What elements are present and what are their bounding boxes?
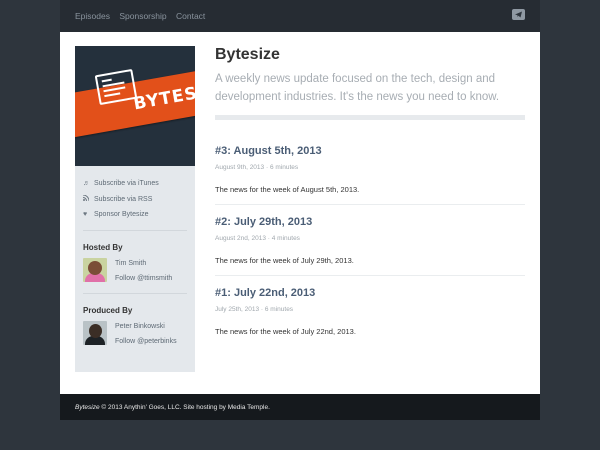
produced-by-heading: Produced By bbox=[83, 305, 133, 315]
hosted-by-heading: Hosted By bbox=[83, 242, 123, 252]
heart-icon: ♥ bbox=[83, 211, 88, 219]
sidebar: BYTESIZE ♬ Subscribe via iTunes Subscrib… bbox=[75, 46, 195, 372]
episode-duration: 6 minutes bbox=[264, 306, 294, 313]
link-label: Subscribe via iTunes bbox=[94, 180, 159, 188]
nav-contact-link[interactable]: Contact bbox=[176, 11, 205, 21]
producer-avatar[interactable] bbox=[83, 320, 107, 345]
footer-copyright: © 2013 Anythin' Goes, LLC. Site hosting … bbox=[99, 404, 270, 411]
nav-sponsorship-link[interactable]: Sponsorship bbox=[119, 11, 166, 21]
episode-description: The news for the week of July 22nd, 2013… bbox=[215, 327, 356, 336]
episode-meta: August 2nd, 2013 · 4 minutes bbox=[215, 235, 300, 242]
paper-plane-icon bbox=[515, 11, 522, 18]
episode-item: #1: July 22nd, 2013 July 25th, 2013 · 6 … bbox=[215, 286, 525, 346]
sponsor-link[interactable]: ♥ Sponsor Bytesize bbox=[83, 207, 195, 223]
producer-card: Peter Binkowski Follow @peterbinks bbox=[75, 315, 195, 349]
episode-item: #3: August 5th, 2013 August 9th, 2013 · … bbox=[215, 144, 525, 205]
episode-date: July 25th, 2013 bbox=[215, 306, 260, 313]
podcast-cover-art[interactable]: BYTESIZE bbox=[75, 46, 195, 166]
nav-episodes-link[interactable]: Episodes bbox=[75, 11, 110, 21]
episode-date: August 2nd, 2013 bbox=[215, 235, 266, 242]
episode-description: The news for the week of August 5th, 201… bbox=[215, 185, 360, 194]
content-page: BYTESIZE ♬ Subscribe via iTunes Subscrib… bbox=[60, 32, 540, 394]
episode-meta: July 25th, 2013 · 6 minutes bbox=[215, 306, 294, 313]
host-avatar[interactable] bbox=[83, 257, 107, 282]
producer-follow-link[interactable]: Follow @peterbinks bbox=[115, 334, 177, 349]
episode-date: August 9th, 2013 bbox=[215, 164, 265, 171]
music-note-icon: ♬ bbox=[83, 180, 90, 188]
episode-duration: 6 minutes bbox=[269, 164, 299, 171]
host-follow-link[interactable]: Follow @ttimsmith bbox=[115, 271, 172, 286]
top-navigation-bar: Episodes Sponsorship Contact bbox=[60, 0, 540, 32]
rss-icon bbox=[82, 194, 91, 203]
top-nav: Episodes Sponsorship Contact bbox=[75, 11, 212, 21]
episode-description: The news for the week of July 29th, 2013… bbox=[215, 256, 354, 265]
link-label: Sponsor Bytesize bbox=[94, 211, 149, 219]
episode-title-link[interactable]: #1: July 22nd, 2013 bbox=[215, 286, 525, 300]
subscribe-itunes-link[interactable]: ♬ Subscribe via iTunes bbox=[83, 176, 195, 192]
episode-title-link[interactable]: #3: August 5th, 2013 bbox=[215, 144, 525, 158]
site-footer: Bytesize © 2013 Anythin' Goes, LLC. Site… bbox=[60, 394, 540, 420]
episode-item: #2: July 29th, 2013 August 2nd, 2013 · 4… bbox=[215, 215, 525, 276]
host-name-link[interactable]: Tim Smith bbox=[115, 256, 172, 271]
episode-meta: August 9th, 2013 · 6 minutes bbox=[215, 164, 299, 171]
link-label: Subscribe via RSS bbox=[94, 195, 153, 203]
header-divider-bar bbox=[215, 115, 525, 120]
episode-duration: 4 minutes bbox=[271, 235, 300, 242]
footer-brand: Bytesize bbox=[75, 404, 100, 411]
subscribe-links: ♬ Subscribe via iTunes Subscribe via RSS… bbox=[75, 166, 195, 223]
share-button[interactable] bbox=[512, 9, 525, 20]
footer-text: Bytesize © 2013 Anythin' Goes, LLC. Site… bbox=[75, 404, 270, 411]
main-content: Bytesize A weekly news update focused on… bbox=[215, 46, 525, 346]
subscribe-rss-link[interactable]: Subscribe via RSS bbox=[82, 192, 195, 208]
producer-name-link[interactable]: Peter Binkowski bbox=[115, 319, 177, 334]
page-title: Bytesize bbox=[215, 46, 280, 63]
episode-title-link[interactable]: #2: July 29th, 2013 bbox=[215, 215, 525, 229]
host-card: Tim Smith Follow @ttimsmith bbox=[75, 252, 195, 286]
tagline: A weekly news update focused on the tech… bbox=[215, 73, 500, 103]
